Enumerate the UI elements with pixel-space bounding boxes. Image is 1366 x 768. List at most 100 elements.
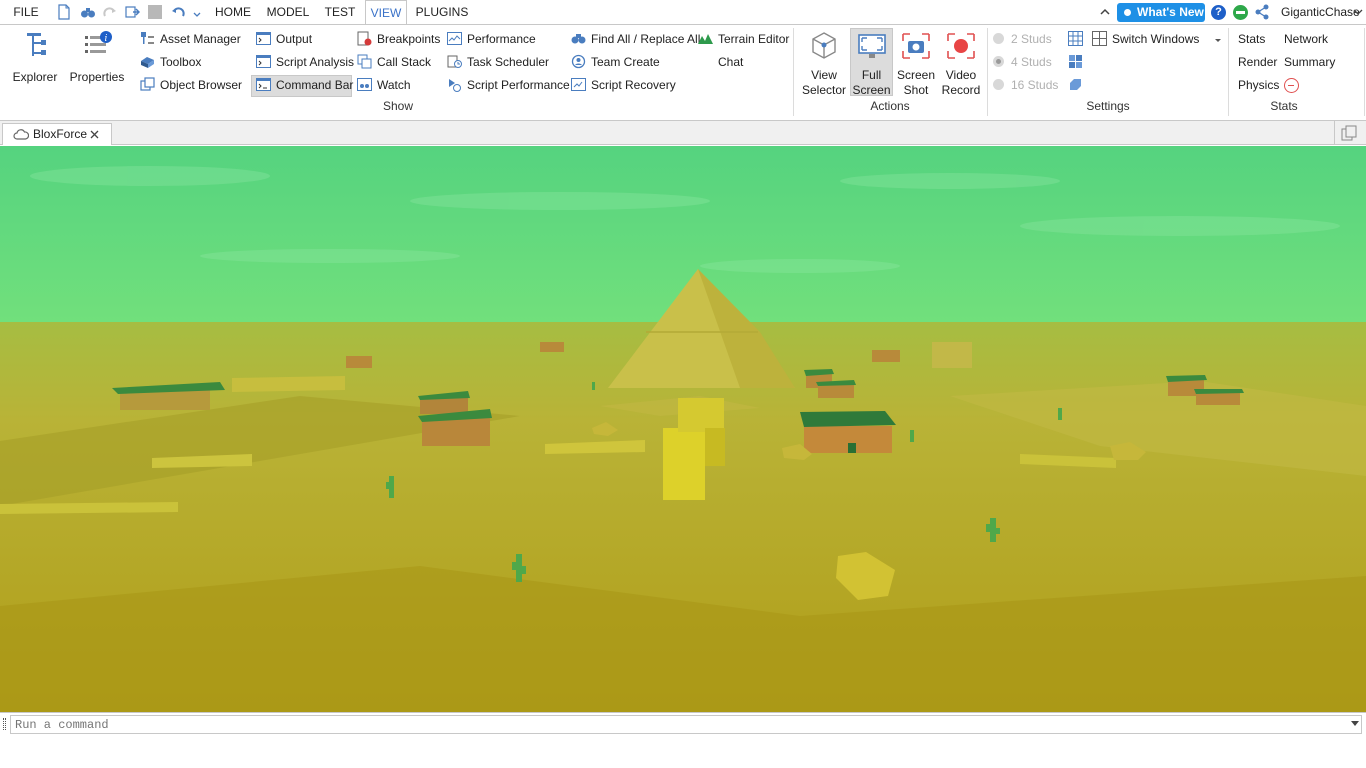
ui-visibility-icon[interactable] xyxy=(1068,77,1083,92)
settings-group-label: Settings xyxy=(1086,99,1130,113)
file-menu[interactable]: FILE xyxy=(6,0,46,24)
explorer-button[interactable]: Explorer xyxy=(10,30,60,85)
watch-icon xyxy=(357,78,372,91)
view-selector-button[interactable]: View Selector xyxy=(801,30,847,98)
plaza-slab xyxy=(0,502,178,514)
new-file-icon[interactable] xyxy=(56,4,72,20)
help-icon[interactable]: ? xyxy=(1211,5,1226,20)
document-tab[interactable]: BloxForce xyxy=(2,123,112,145)
tab-plugins[interactable]: PLUGINS xyxy=(413,0,471,24)
tab-home[interactable]: HOME xyxy=(210,0,256,24)
properties-icon: i xyxy=(85,31,112,53)
tab-model[interactable]: MODEL xyxy=(264,0,312,24)
restore-window-icon[interactable] xyxy=(1341,125,1357,141)
redo-icon[interactable] xyxy=(102,4,118,20)
collapse-ribbon-icon[interactable] xyxy=(1098,5,1112,19)
binoculars-icon xyxy=(571,34,586,44)
script-recovery-label: Script Recovery xyxy=(591,78,676,92)
task-scheduler-icon xyxy=(447,55,462,68)
command-bar-label: Command Bar xyxy=(276,78,354,92)
stats-label: Stats xyxy=(1238,32,1266,46)
whats-new-label: What's New xyxy=(1137,5,1204,19)
script-performance-label: Script Performance xyxy=(467,78,570,92)
video-record-label-1: Video xyxy=(945,68,977,82)
share-icon[interactable] xyxy=(1254,4,1270,20)
team-create-icon xyxy=(571,54,586,69)
chevron-down-icon[interactable] xyxy=(192,4,202,20)
radio-icon xyxy=(993,33,1004,44)
screen-shot-button[interactable]: Screen Shot xyxy=(895,30,937,98)
tab-view[interactable]: VIEW xyxy=(365,0,407,25)
output-icon xyxy=(256,32,271,45)
plaza-slab xyxy=(232,376,345,392)
grid-2-studs-label: 2 Studs xyxy=(1011,32,1052,46)
drag-handle-icon[interactable] xyxy=(3,718,6,730)
username-label[interactable]: GiganticChase xyxy=(1281,0,1360,24)
summary-stats-toggle[interactable]: Summary xyxy=(1284,52,1335,72)
script-performance-icon xyxy=(449,79,461,92)
view-selector-label-1: View xyxy=(811,68,837,82)
command-bar-icon xyxy=(256,78,271,91)
tab-bar-divider xyxy=(1334,121,1335,145)
stats-toggle[interactable]: Stats xyxy=(1238,29,1265,49)
toolbox-icon xyxy=(141,57,154,68)
binoculars-icon[interactable] xyxy=(80,4,96,20)
output-label: Output xyxy=(276,32,313,46)
terrain-editor-icon xyxy=(698,34,713,44)
find-replace-all-label: Find All / Replace All xyxy=(591,32,701,46)
command-input[interactable] xyxy=(10,715,1362,734)
ribbon-separator xyxy=(1364,28,1365,116)
3d-viewport[interactable] xyxy=(0,146,1366,712)
render-stats-toggle[interactable]: Render xyxy=(1238,52,1277,72)
ribbon-separator xyxy=(793,28,794,116)
radio-icon xyxy=(993,79,1004,90)
toolbox-label: Toolbox xyxy=(160,55,202,69)
actions-group-label: Actions xyxy=(870,99,910,113)
radio-icon xyxy=(993,56,1004,67)
physics-stats-toggle[interactable]: Physics xyxy=(1238,75,1279,95)
full-screen-button[interactable]: Full Screen xyxy=(850,30,893,98)
publish-icon[interactable] xyxy=(124,4,140,20)
render-label: Render xyxy=(1238,55,1278,69)
screen-shot-label-2: Shot xyxy=(903,83,929,97)
full-screen-icon xyxy=(857,34,886,58)
network-stats-toggle[interactable]: Network xyxy=(1284,29,1328,49)
ribbon-separator xyxy=(1228,28,1229,116)
task-scheduler-label: Task Scheduler xyxy=(467,55,550,69)
grid-16-studs-label: 16 Studs xyxy=(1011,78,1059,92)
camera-icon xyxy=(902,33,930,59)
properties-button[interactable]: i Properties xyxy=(68,30,126,85)
clear-stats-icon[interactable] xyxy=(1284,78,1299,93)
tab-test[interactable]: TEST xyxy=(320,0,360,24)
undo-icon[interactable] xyxy=(170,4,186,20)
show-group-label: Show xyxy=(382,99,414,113)
tower-block xyxy=(678,398,724,432)
status-online-icon[interactable] xyxy=(1233,5,1248,20)
document-tab-title: BloxForce xyxy=(33,127,88,141)
video-record-button[interactable]: Video Record xyxy=(939,30,983,98)
chevron-down-icon[interactable] xyxy=(1214,36,1222,44)
menu-bar: FILE HOME MODEL TEST VIEW PLUGINS What's… xyxy=(0,0,1366,25)
grid-icon[interactable] xyxy=(1068,31,1083,46)
chevron-down-icon[interactable] xyxy=(1353,7,1363,17)
record-icon xyxy=(947,33,975,59)
close-icon[interactable] xyxy=(90,130,99,139)
status-area xyxy=(0,735,1366,768)
asset-manager-label: Asset Manager xyxy=(160,32,241,46)
whats-new-button[interactable]: What's New xyxy=(1117,3,1205,22)
physics-label: Physics xyxy=(1238,78,1280,92)
wireframe-icon[interactable] xyxy=(1068,54,1083,69)
chevron-down-icon[interactable] xyxy=(1351,721,1359,727)
grid-4-studs-label: 4 Studs xyxy=(1011,55,1052,69)
document-tab-bar: BloxForce xyxy=(0,121,1366,145)
stats-group-label: Stats xyxy=(1270,99,1298,113)
team-create-label: Team Create xyxy=(591,55,660,69)
full-screen-label-2: Screen xyxy=(852,83,891,97)
roblox-studio-window: FILE HOME MODEL TEST VIEW PLUGINS What's… xyxy=(0,0,1366,768)
stop-icon[interactable] xyxy=(148,5,162,19)
asset-manager-icon xyxy=(141,32,154,44)
scene-render xyxy=(0,146,1366,712)
performance-label: Performance xyxy=(467,32,536,46)
properties-label: Properties xyxy=(69,70,125,84)
switch-windows-label: Switch Windows xyxy=(1112,32,1200,46)
